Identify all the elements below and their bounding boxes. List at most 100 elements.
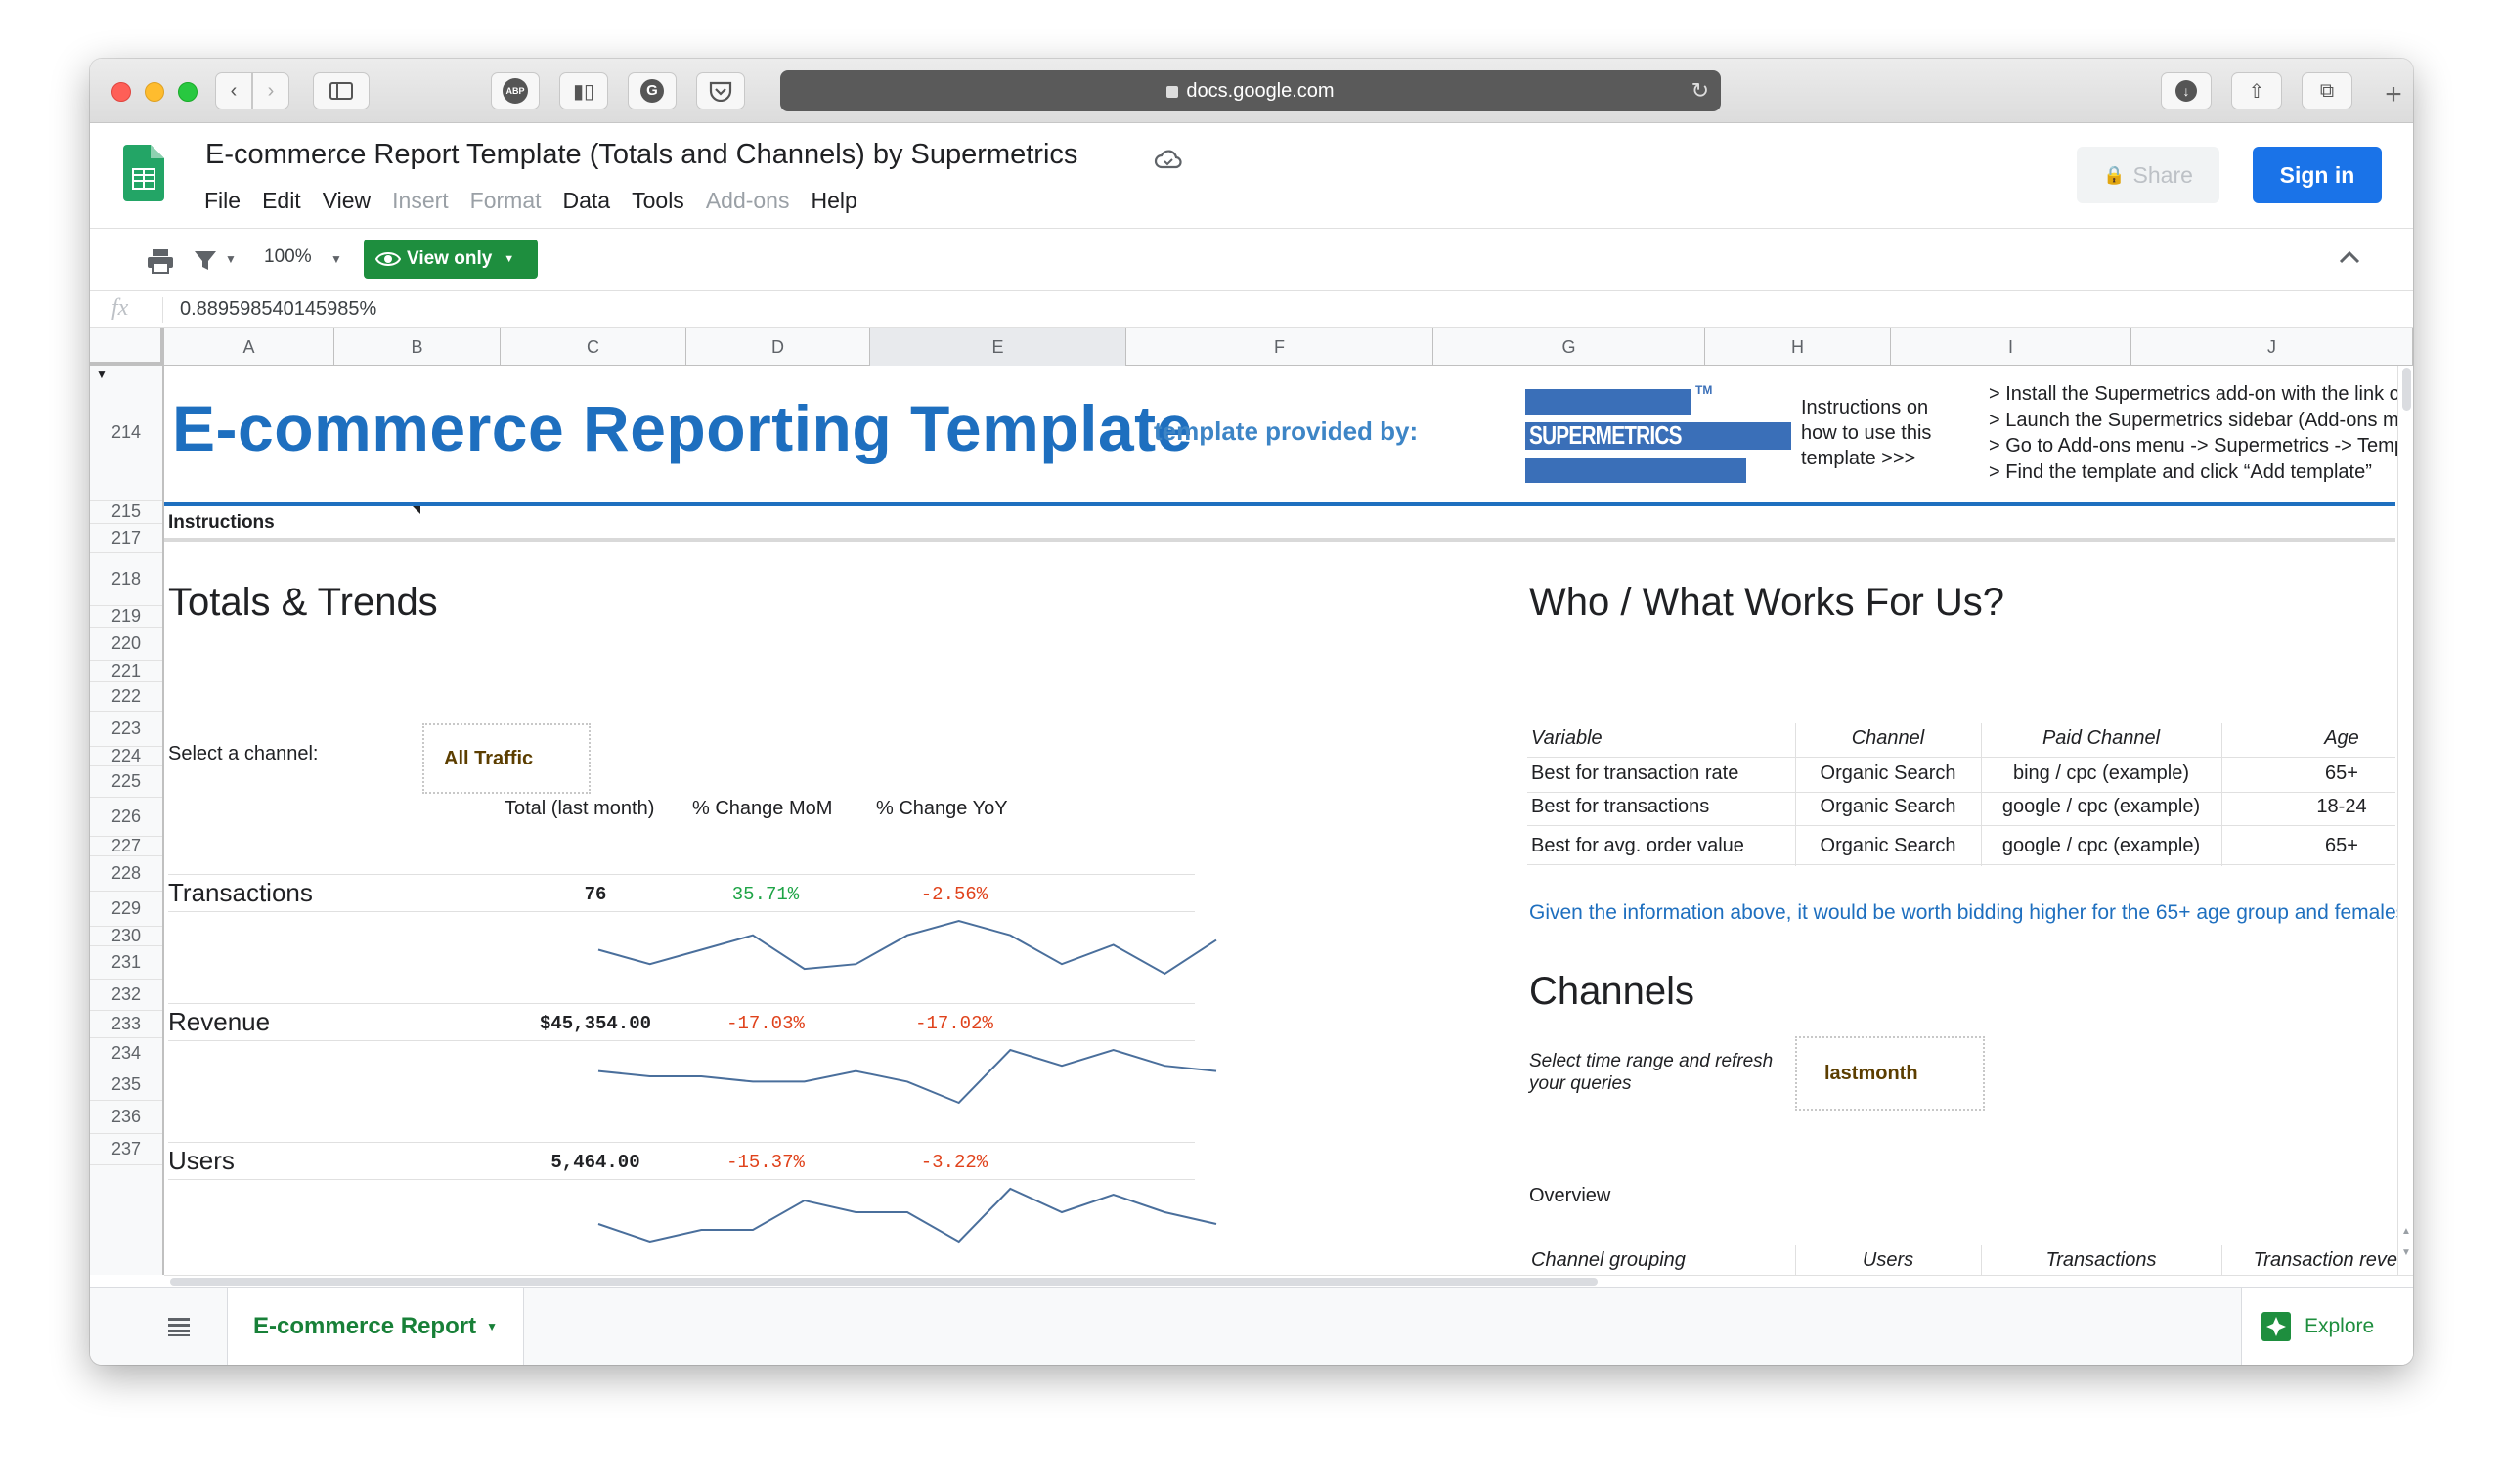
zoom-dropdown-icon[interactable]: ▼: [330, 252, 342, 266]
tabs-overview-button[interactable]: ⧉: [2302, 72, 2352, 109]
row-header-226[interactable]: 226: [90, 798, 162, 837]
menu-addons[interactable]: Add-ons: [706, 188, 790, 214]
who-note: Given the information above, it would be…: [1529, 901, 2413, 924]
menu-data[interactable]: Data: [563, 188, 611, 214]
forward-button[interactable]: ›: [252, 72, 289, 109]
tabs-icon: ⧉: [2319, 79, 2335, 102]
menu-file[interactable]: File: [204, 188, 241, 214]
row-header-223[interactable]: 223: [90, 712, 162, 747]
downloads-button[interactable]: ↓: [2161, 72, 2212, 109]
horizontal-scroll-thumb[interactable]: [170, 1278, 1598, 1286]
column-header-j[interactable]: J: [2131, 328, 2413, 366]
sheets-header: E-commerce Report Template (Totals and C…: [90, 123, 2413, 229]
menu-format[interactable]: Format: [470, 188, 542, 214]
share-page-button[interactable]: ⇧: [2231, 72, 2282, 109]
row-header-219[interactable]: 219: [90, 606, 162, 628]
stats-extension-button[interactable]: ▮▯: [559, 72, 608, 109]
view-only-button[interactable]: View only ▼: [364, 240, 538, 279]
row-header-218[interactable]: 218: [90, 553, 162, 606]
menu-tools[interactable]: Tools: [632, 188, 684, 214]
vertical-scroll-thumb[interactable]: [2402, 368, 2411, 411]
row-header-227[interactable]: 227: [90, 836, 162, 856]
column-header-b[interactable]: B: [334, 328, 501, 366]
adblock-extension-button[interactable]: ABP: [491, 72, 540, 109]
close-window-button[interactable]: [111, 82, 131, 102]
row-header-237[interactable]: 237: [90, 1134, 162, 1165]
zoom-window-button[interactable]: [178, 82, 198, 102]
reload-icon[interactable]: ↻: [1691, 78, 1709, 104]
who-row-cell: google / cpc (example): [2001, 835, 2201, 856]
column-header-g[interactable]: G: [1433, 328, 1705, 366]
scroll-down-icon[interactable]: ▼: [2401, 1247, 2411, 1258]
time-range-select[interactable]: lastmonth: [1795, 1036, 1985, 1111]
formula-input[interactable]: 0.889598540145985%: [180, 298, 376, 321]
caret-down-icon: ▼: [504, 253, 515, 265]
minimize-window-button[interactable]: [145, 82, 164, 102]
row-header-233[interactable]: 233: [90, 1011, 162, 1038]
column-header-a[interactable]: A: [164, 328, 334, 366]
menu-edit[interactable]: Edit: [262, 188, 301, 214]
back-button[interactable]: ‹: [215, 72, 252, 109]
row-header-230[interactable]: 230: [90, 926, 162, 946]
horizontal-scrollbar[interactable]: [164, 1275, 2413, 1287]
cloud-saved-icon[interactable]: [1154, 149, 1183, 170]
sheets-logo-icon[interactable]: [123, 145, 164, 201]
filter-icon[interactable]: [194, 250, 219, 272]
pocket-extension-button[interactable]: [696, 72, 745, 109]
instructions-cell[interactable]: Instructions: [168, 512, 275, 534]
who-row-cell: bing / cpc (example): [2012, 763, 2190, 784]
row-header-224[interactable]: 224: [90, 746, 162, 766]
sign-in-button[interactable]: Sign in: [2253, 147, 2382, 203]
share-button[interactable]: 🔒 Share: [2077, 147, 2219, 203]
scroll-up-icon[interactable]: ▲: [2401, 1226, 2411, 1237]
row-header-215[interactable]: 215: [90, 501, 162, 524]
column-header-e[interactable]: E: [870, 328, 1126, 366]
sheet-grid[interactable]: E-commerce Reporting Template template p…: [164, 366, 2413, 1275]
column-header-h[interactable]: H: [1705, 328, 1891, 366]
section-divider: [164, 538, 2395, 542]
column-header-d[interactable]: D: [686, 328, 870, 366]
vertical-scrollbar[interactable]: ▲ ▼: [2397, 366, 2413, 1275]
row-header-231[interactable]: 231: [90, 946, 162, 980]
metric-name: Revenue: [168, 1007, 271, 1036]
row-header-220[interactable]: 220: [90, 628, 162, 661]
print-icon[interactable]: [147, 248, 174, 274]
grammar-extension-button[interactable]: G: [628, 72, 677, 109]
fx-icon: fx: [111, 295, 129, 321]
view-only-label: View only: [407, 248, 493, 269]
select-all-corner[interactable]: [90, 328, 164, 366]
channel-select[interactable]: All Traffic: [422, 723, 591, 794]
supermetrics-logo[interactable]: TM SUPERMETRICS: [1525, 383, 1795, 483]
metric-total: 5,464.00: [550, 1152, 640, 1173]
who-row-divider: [1527, 864, 2395, 865]
menu-view[interactable]: View: [323, 188, 371, 214]
document-title[interactable]: E-commerce Report Template (Totals and C…: [205, 139, 1077, 171]
row-header-235[interactable]: 235: [90, 1069, 162, 1101]
filter-dropdown-icon[interactable]: ▼: [225, 252, 237, 266]
sidebar-toggle-button[interactable]: [313, 72, 370, 109]
row-header-229[interactable]: 229: [90, 892, 162, 927]
all-sheets-icon[interactable]: [168, 1317, 190, 1336]
address-bar[interactable]: docs.google.com ↻: [780, 70, 1721, 111]
column-header-c[interactable]: C: [501, 328, 686, 366]
formula-bar: fx 0.889598540145985%: [90, 291, 2413, 328]
menu-help[interactable]: Help: [811, 188, 856, 214]
row-header-225[interactable]: 225: [90, 766, 162, 798]
row-header-222[interactable]: 222: [90, 682, 162, 712]
sheet-tab-ecommerce-report[interactable]: E-commerce Report ▼: [227, 1288, 524, 1365]
row-header-214[interactable]: 214: [90, 366, 162, 501]
row-header-232[interactable]: 232: [90, 980, 162, 1011]
collapse-toolbar-icon[interactable]: [2339, 250, 2360, 264]
zoom-select[interactable]: 100%: [264, 246, 312, 268]
menu-insert[interactable]: Insert: [392, 188, 449, 214]
row-header-234[interactable]: 234: [90, 1038, 162, 1069]
row-header-217[interactable]: 217: [90, 524, 162, 553]
row-header-236[interactable]: 236: [90, 1101, 162, 1134]
explore-button[interactable]: Explore: [2241, 1288, 2413, 1365]
row-header-228[interactable]: 228: [90, 856, 162, 892]
column-header-f[interactable]: F: [1126, 328, 1433, 366]
share-icon: ⇧: [2248, 80, 2265, 103]
row-header-221[interactable]: 221: [90, 661, 162, 682]
column-header-i[interactable]: I: [1891, 328, 2131, 366]
new-tab-button[interactable]: +: [2374, 78, 2413, 123]
